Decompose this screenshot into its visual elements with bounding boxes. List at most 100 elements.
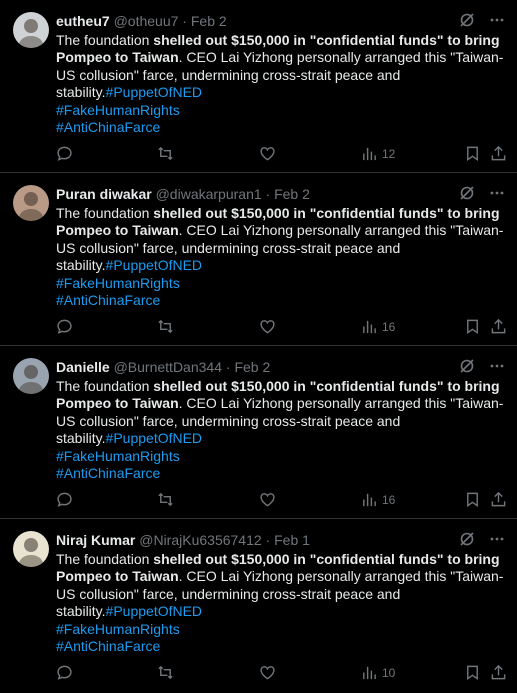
bookmark-button[interactable] [464,145,481,162]
repost-icon [158,492,173,507]
tweet-header-actions [459,185,505,201]
avatar[interactable] [13,185,49,221]
hashtag-link[interactable]: #FakeHumanRights [56,102,180,118]
heart-icon [260,147,275,161]
display-name[interactable]: Puran diwakar [56,186,152,202]
display-name[interactable]: Danielle [56,359,110,375]
analytics-icon [363,147,376,161]
reply-button[interactable] [56,664,73,681]
tweet-header: eutheu7 @otheuu7 · Feb 2 [56,12,507,30]
tweet-date[interactable]: Feb 2 [191,13,227,29]
separator-dot: · [182,13,187,29]
repost-icon [158,146,173,161]
hashtag-link[interactable]: #FakeHumanRights [56,448,180,464]
tweet-header: Puran diwakar @diwakarpuran1 · Feb 2 [56,185,507,203]
avatar[interactable] [13,358,49,394]
hashtag-link[interactable]: #AntiChinaFarce [56,465,160,481]
grok-icon[interactable] [459,12,475,28]
repost-button[interactable] [157,491,174,508]
bookmark-button[interactable] [464,318,481,335]
share-icon [491,318,506,334]
views-button[interactable]: 10 [361,664,395,681]
hashtag-link[interactable]: #PuppetOfNED [106,257,203,273]
hashtag-link[interactable]: #PuppetOfNED [106,430,203,446]
avatar[interactable] [13,531,49,567]
tweet-text: The foundation shelled out $150,000 in "… [56,205,506,309]
like-button[interactable] [259,318,276,335]
view-count: 16 [382,492,396,507]
like-button[interactable] [259,664,276,681]
tweet-text-segment: The foundation [56,32,154,48]
repost-button[interactable] [157,664,174,681]
share-button[interactable] [490,664,507,681]
more-options-icon[interactable] [489,531,505,547]
bookmark-button[interactable] [464,664,481,681]
views-button[interactable]: 12 [361,145,395,162]
bookmark-icon [467,492,478,507]
bookmark-icon [467,146,478,161]
bookmark-button[interactable] [464,491,481,508]
like-button[interactable] [259,491,276,508]
hashtag-link[interactable]: #AntiChinaFarce [56,292,160,308]
grok-icon[interactable] [459,185,475,201]
grok-icon[interactable] [459,358,475,374]
hashtag-link[interactable]: #FakeHumanRights [56,621,180,637]
tweet-header-actions [459,358,505,374]
tweet-feed: eutheu7 @otheuu7 · Feb 2 The foundation … [0,0,517,693]
view-count: 10 [382,665,396,680]
analytics-icon [363,666,376,680]
repost-button[interactable] [157,145,174,162]
heart-icon [260,320,275,334]
hashtag-link[interactable]: #FakeHumanRights [56,275,180,291]
share-button[interactable] [490,318,507,335]
tweet-text-segment: The foundation [56,205,154,221]
user-handle[interactable]: @NirajKu63567412 [139,532,261,548]
tweet[interactable]: eutheu7 @otheuu7 · Feb 2 The foundation … [0,0,517,173]
repost-icon [158,665,173,680]
views-button[interactable]: 16 [361,318,395,335]
analytics-icon [363,320,376,334]
tweet-actions: 16 [56,318,507,338]
tweet[interactable]: Danielle @BurnettDan344 · Feb 2 The foun… [0,346,517,519]
like-button[interactable] [259,145,276,162]
tweet-actions: 16 [56,491,507,511]
tweet-header: Danielle @BurnettDan344 · Feb 2 [56,358,507,376]
avatar-image [13,12,49,48]
grok-icon[interactable] [459,531,475,547]
display-name[interactable]: Niraj Kumar [56,532,135,548]
reply-button[interactable] [56,318,73,335]
tweet-date[interactable]: Feb 2 [234,359,270,375]
user-handle[interactable]: @BurnettDan344 [114,359,222,375]
hashtag-link[interactable]: #PuppetOfNED [106,603,203,619]
tweet-actions: 10 [56,664,507,684]
tweet-date[interactable]: Feb 2 [274,186,310,202]
heart-icon [260,666,275,680]
avatar-image [13,185,49,221]
more-options-icon[interactable] [489,185,505,201]
display-name[interactable]: eutheu7 [56,13,110,29]
reply-icon [57,319,72,334]
share-button[interactable] [490,491,507,508]
repost-icon [158,319,173,334]
tweet[interactable]: Niraj Kumar @NirajKu63567412 · Feb 1 The… [0,519,517,693]
tweet-header-actions [459,531,505,547]
bookmark-icon [467,665,478,680]
share-button[interactable] [490,145,507,162]
reply-button[interactable] [56,145,73,162]
repost-button[interactable] [157,318,174,335]
reply-button[interactable] [56,491,73,508]
more-options-icon[interactable] [489,358,505,374]
avatar[interactable] [13,12,49,48]
user-handle[interactable]: @diwakarpuran1 [156,186,262,202]
analytics-icon [363,493,376,507]
hashtag-link[interactable]: #AntiChinaFarce [56,638,160,654]
hashtag-link[interactable]: #PuppetOfNED [106,84,203,100]
hashtag-link[interactable]: #AntiChinaFarce [56,119,160,135]
avatar-image [13,358,49,394]
tweet-date[interactable]: Feb 1 [274,532,310,548]
tweet[interactable]: Puran diwakar @diwakarpuran1 · Feb 2 The… [0,173,517,346]
views-button[interactable]: 16 [361,491,395,508]
more-options-icon[interactable] [489,12,505,28]
separator-dot: · [265,532,271,548]
user-handle[interactable]: @otheuu7 [114,13,179,29]
